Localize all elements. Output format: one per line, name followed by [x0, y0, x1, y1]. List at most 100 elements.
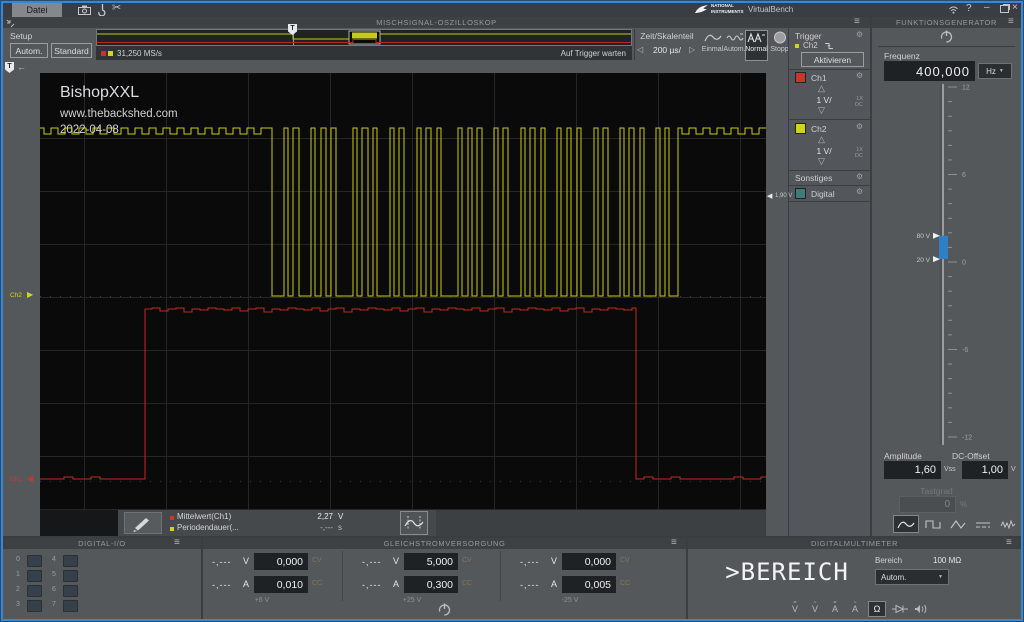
close-button[interactable]: × [1012, 3, 1018, 13]
waveform-noise-button[interactable] [997, 515, 1019, 533]
minimize-button[interactable]: – [984, 3, 990, 13]
dio-pin4-indicator[interactable] [63, 555, 78, 567]
help-button[interactable]: ? [966, 4, 972, 14]
dc-offset-input[interactable]: 1,00 [962, 461, 1008, 479]
trigger-source-color-dot [795, 44, 799, 48]
dmm-resistance-button[interactable]: Ω [868, 601, 886, 617]
psu-power-button[interactable] [438, 603, 451, 616]
psu-menu-icon[interactable]: ≡ [671, 539, 677, 547]
dmm-vac-button[interactable]: ~V [808, 604, 822, 614]
timebase-value[interactable]: 200 µs/ [646, 45, 688, 55]
digital-swatch[interactable] [795, 188, 806, 199]
dio-pin0-indicator[interactable] [27, 555, 42, 567]
detach-panel-icon[interactable] [6, 19, 15, 28]
pan-left-arrow-icon[interactable]: ← [17, 62, 26, 72]
ch1-swatch[interactable] [795, 72, 806, 83]
restore-button[interactable] [1000, 5, 1009, 13]
ch2-label[interactable]: Ch2 [811, 124, 827, 134]
psu2-voltage-input[interactable]: 5,000 [404, 553, 458, 570]
ch1-scale[interactable]: 1 V/ [806, 95, 842, 105]
timebase-decrease-icon[interactable]: ◁ [637, 45, 643, 54]
digital-label[interactable]: Digital [811, 189, 835, 199]
dio-menu-icon[interactable]: ≡ [174, 539, 180, 547]
sonstiges-label[interactable]: Sonstiges [795, 173, 832, 183]
psu3-channel-label: -25 V [520, 597, 620, 604]
psu3-cc-badge: CC [620, 580, 630, 587]
dmm-aac-button[interactable]: ~A [848, 604, 862, 614]
dmm-range-value: 100 MΩ [933, 556, 961, 565]
trigger-gear-icon[interactable]: ⚙ [856, 31, 863, 39]
setup-standard-button[interactable]: Standard [51, 43, 92, 58]
acquire-normal-button[interactable]: Normal [745, 30, 768, 61]
psu3-voltage-input[interactable]: 0,000 [562, 553, 616, 570]
waveform-square-button[interactable] [921, 515, 945, 533]
setup-auto-button[interactable]: Autom. [10, 43, 48, 58]
fgen-level-slider[interactable]: -12-606121,80 V0,20 V [916, 84, 1020, 450]
fgen-menu-icon[interactable]: ≡ [1008, 18, 1014, 26]
ch1-scale-down-icon[interactable]: ▽ [818, 106, 825, 115]
screenshot-camera-icon[interactable] [78, 5, 91, 15]
dio-pin1-indicator[interactable] [27, 570, 42, 582]
frequency-input[interactable]: 400,000 [884, 61, 975, 81]
ch2-gear-icon[interactable]: ⚙ [856, 123, 863, 131]
frequency-unit-select[interactable]: Hz ▼ [978, 63, 1012, 79]
dmm-menu-icon[interactable]: ≡ [1006, 539, 1012, 547]
square-wave-icon [925, 519, 941, 530]
meas1-value: 2,27 [285, 512, 333, 521]
dio-pin7-indicator[interactable] [63, 600, 78, 612]
file-menu[interactable]: Datei [12, 3, 62, 17]
psu3-current-input[interactable]: 0,005 [562, 576, 616, 593]
ch1-scale-up-icon[interactable]: △ [818, 84, 825, 93]
trigger-source[interactable]: Ch2 [803, 41, 818, 50]
probe-hook-icon[interactable] [98, 4, 107, 16]
ch1-zero-marker-icon[interactable]: ◀︎ [27, 474, 33, 483]
measurement-display-button[interactable] [400, 511, 428, 535]
ch2-scale-down-icon[interactable]: ▽ [818, 157, 825, 166]
scissors-icon[interactable]: ✂ [112, 3, 121, 13]
noise-wave-icon [1000, 519, 1016, 530]
acquire-auto-button[interactable]: Autom. [724, 31, 745, 61]
timebase-increase-icon[interactable]: ▷ [689, 45, 695, 54]
dio-pin3-indicator[interactable] [27, 600, 42, 612]
dmm-display: >BEREICH [712, 558, 862, 586]
dmm-range-select[interactable]: Autom. ▼ [875, 569, 949, 585]
dio-pin6-indicator[interactable] [63, 585, 78, 597]
dmm-continuity-button[interactable] [914, 604, 928, 614]
meas2-color-dot [170, 527, 174, 531]
psu1-a-unit: A [243, 579, 249, 589]
ni-logo-icon [694, 4, 709, 15]
waveform-triangle-button[interactable] [947, 515, 969, 533]
dio-pin-label: 5 [52, 571, 56, 578]
digital-gear-icon[interactable]: ⚙ [856, 188, 863, 196]
waveform-dc-button[interactable] [971, 515, 995, 533]
ch1-gear-icon[interactable]: ⚙ [856, 72, 863, 80]
fgen-power-button[interactable] [940, 30, 953, 43]
dmm-diode-button[interactable] [892, 604, 908, 614]
ch2-zero-marker-icon[interactable]: ▶ [27, 290, 33, 299]
ch2-scale-up-icon[interactable]: △ [818, 135, 825, 144]
sonstiges-gear-icon[interactable]: ⚙ [856, 173, 863, 181]
psu2-current-input[interactable]: 0,300 [404, 576, 458, 593]
oscilloscope-menu-icon[interactable]: ≡ [854, 18, 860, 26]
dio-pin2-indicator[interactable] [27, 585, 42, 597]
trigger-activate-button[interactable]: Aktivieren [801, 52, 864, 67]
psu1-voltage-input[interactable]: 0,000 [254, 553, 308, 570]
ch2-swatch[interactable] [795, 123, 806, 134]
oscilloscope-graticule[interactable] [40, 73, 766, 510]
dmm-adc-button[interactable]: =A [828, 604, 842, 614]
psu1-current-input[interactable]: 0,010 [254, 576, 308, 593]
trigger-level-marker-icon[interactable]: ◀ [767, 192, 772, 200]
acquire-single-button[interactable]: Einmal [702, 31, 723, 61]
edit-measurements-button[interactable] [124, 512, 162, 534]
dmm-vdc-button[interactable]: =V [788, 604, 802, 614]
ch2-scale[interactable]: 1 V/ [806, 146, 842, 156]
ch1-label[interactable]: Ch1 [811, 73, 827, 83]
waveform-sine-button[interactable] [893, 515, 919, 533]
acquisition-preview[interactable] [96, 29, 632, 46]
psu2-a-unit: A [393, 579, 399, 589]
amplitude-input[interactable]: 1,60 [884, 461, 941, 479]
network-status-icon[interactable] [948, 5, 959, 14]
oscilloscope-title: MISCHSIGNAL-OSZILLOSKOP [376, 18, 497, 27]
acquire-stop-button[interactable]: Stopp [769, 31, 790, 61]
dio-pin5-indicator[interactable] [63, 570, 78, 582]
